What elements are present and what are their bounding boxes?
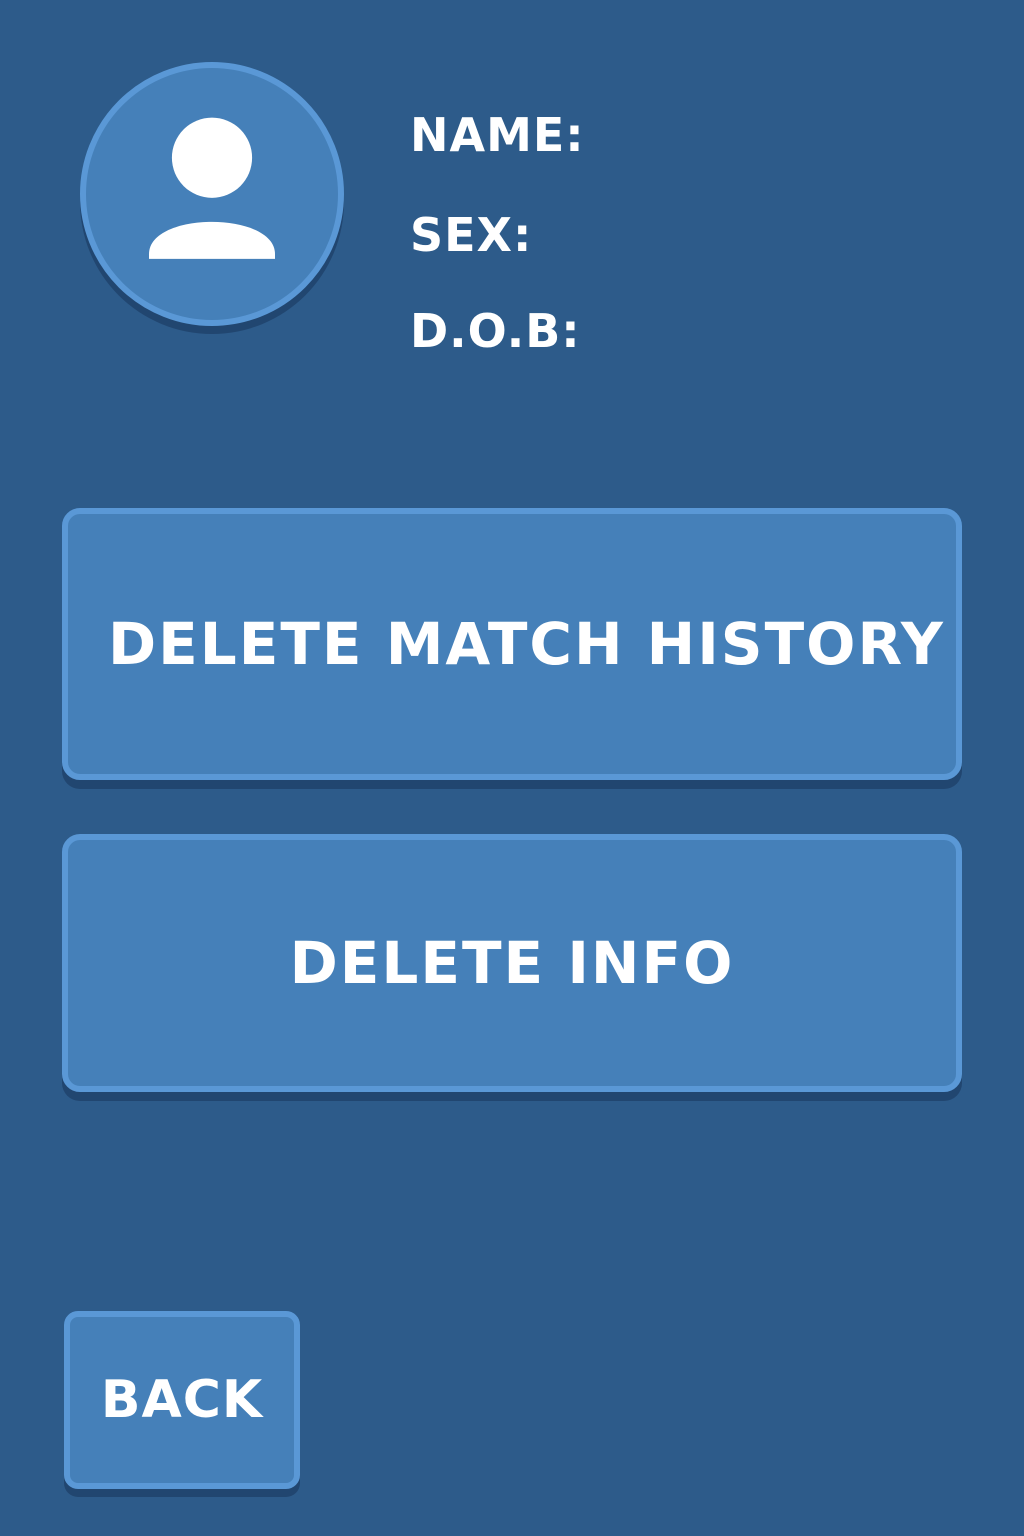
user-icon <box>149 117 275 259</box>
name-label: NAME: <box>410 108 585 162</box>
back-label: BACK <box>100 1370 264 1430</box>
delete-info-label: DELETE INFO <box>289 929 735 997</box>
delete-match-history-label: DELETE MATCH HISTORY <box>108 610 945 678</box>
back-button[interactable]: BACK <box>64 1311 300 1489</box>
delete-info-button[interactable]: DELETE INFO <box>62 834 962 1092</box>
sex-label: SEX: <box>410 208 533 262</box>
delete-match-history-button[interactable]: DELETE MATCH HISTORY <box>62 508 962 780</box>
profile-avatar <box>80 62 344 326</box>
dob-label: D.O.B: <box>410 304 581 358</box>
